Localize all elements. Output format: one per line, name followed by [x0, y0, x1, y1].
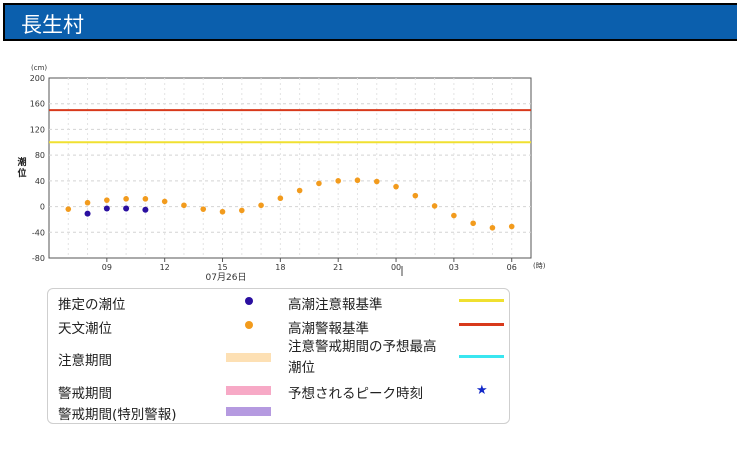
legend-label-peak-time: 予想されるピーク時刻 [288, 386, 423, 402]
y-tick-label: -80 [32, 254, 45, 263]
legend-forecast-max-tide-line [459, 355, 504, 358]
legend-label-special-warning-period: 警戒期間(特別警報) [58, 407, 177, 423]
legend-label-caution-period: 注意期間 [58, 353, 112, 369]
astronomical-tide-point [431, 203, 438, 209]
legend: 推定の潮位 天文潮位 注意期間 警戒期間 警戒期間(特別警報) 高潮注意報基準 … [47, 288, 510, 424]
x-tick-label: 21 [333, 263, 343, 272]
legend-special-warning-period-swatch [226, 407, 271, 416]
astronomical-tide-point [354, 177, 361, 184]
estimated-tide-point [103, 205, 110, 212]
astronomical-tide-point [412, 192, 419, 199]
legend-label-warning-threshold: 高潮警報基準 [288, 321, 369, 337]
x-tick-label: 09 [102, 263, 112, 272]
legend-label-warning-period: 警戒期間 [58, 386, 112, 402]
y-tick-label: 40 [35, 177, 45, 186]
estimated-tide-point [123, 205, 130, 212]
star-icon: ★ [476, 383, 488, 398]
y-tick-label: -40 [32, 228, 45, 237]
y-tick-label: 160 [30, 100, 45, 109]
x-tick-label: 06 [507, 263, 517, 272]
astronomical-tide-point [296, 187, 303, 194]
astronomical-tide-point [489, 224, 496, 231]
astronomical-tide-point [335, 178, 342, 184]
y-axis: -80 -40 0 40 80 120 160 200 [30, 74, 45, 263]
legend-label-estimated-tide: 推定の潮位 [58, 297, 126, 313]
y-unit-label: (cm) [31, 64, 47, 72]
legend-estimated-tide-marker [245, 297, 253, 305]
astronomical-tide-point [508, 223, 515, 230]
astronomical-tide-point [142, 196, 149, 202]
astronomical-tide-point [373, 178, 380, 185]
astronomical-tide-point [65, 206, 72, 212]
estimated-tide-point [84, 210, 91, 217]
x-tick-label: 15 [217, 263, 227, 272]
x-tick-label: 12 [160, 263, 170, 272]
astronomical-tide-point [84, 199, 91, 206]
astronomical-tide-point [200, 206, 207, 212]
x-tick-label: 00 [391, 263, 401, 272]
estimated-tide-point [142, 206, 149, 213]
legend-warning-period-swatch [226, 386, 271, 395]
date-label: 07月26日 [206, 272, 247, 283]
y-axis-label: 潮位 [17, 156, 26, 179]
plot-area [48, 77, 532, 259]
astronomical-tide-point [239, 207, 245, 214]
x-axis: 09 12 15 18 21 00 03 06 [102, 258, 517, 272]
legend-warning-threshold-line [459, 323, 504, 326]
x-tick-label: 03 [449, 263, 459, 272]
astronomical-tide-point [451, 212, 457, 219]
tide-chart: -80 -40 0 40 80 120 160 200 09 12 15 18 21 00 03 06 (c… [17, 64, 546, 283]
y-tick-label: 80 [35, 151, 45, 160]
legend-caution-period-swatch [226, 353, 271, 362]
legend-advisory-threshold-line [459, 299, 504, 302]
astronomical-tide-point [123, 196, 129, 202]
astronomical-tide-point [316, 180, 322, 187]
legend-astronomical-tide-marker [245, 321, 253, 329]
astronomical-tide-point [258, 202, 264, 209]
astronomical-tide-point [219, 208, 226, 215]
astronomical-tide-point [393, 183, 399, 190]
astronomical-tide-point [277, 195, 284, 202]
y-tick-label: 120 [30, 125, 45, 134]
astronomical-tide-point [104, 197, 110, 203]
legend-label-advisory-threshold: 高潮注意報基準 [288, 297, 383, 313]
legend-label-forecast-max-tide: 注意警戒期間の予想最高潮位 [288, 339, 437, 376]
x-tick-label: 18 [275, 263, 285, 272]
astronomical-tide-point [161, 198, 168, 205]
astronomical-tide-point [470, 220, 476, 227]
y-tick-label: 0 [40, 203, 45, 212]
y-tick-label: 200 [30, 74, 45, 83]
astronomical-tide-point [181, 202, 187, 209]
legend-label-astronomical-tide: 天文潮位 [58, 321, 112, 337]
x-unit-label: (時) [533, 262, 546, 270]
